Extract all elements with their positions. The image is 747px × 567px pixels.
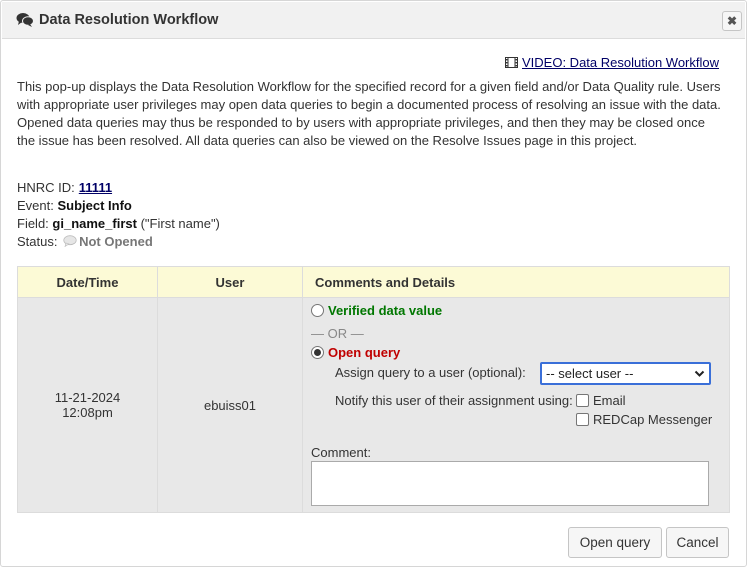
table-row: 11-21-2024 12:08pm ebuiss01 Verified dat…: [17, 297, 730, 513]
verified-label[interactable]: Verified data value: [328, 303, 442, 318]
open-query-label[interactable]: Open query: [328, 345, 400, 360]
video-link[interactable]: VIDEO: Data Resolution Workflow: [505, 55, 719, 70]
row-time: 12:08pm: [62, 405, 113, 420]
or-separator: — OR —: [311, 326, 364, 341]
field-name: gi_name_first: [52, 216, 137, 231]
verified-radio[interactable]: [311, 304, 324, 317]
event-value: Subject Info: [57, 198, 132, 213]
assign-select-value: -- select user --: [546, 366, 634, 381]
user-cell: ebuiss01: [157, 297, 303, 513]
record-id-link[interactable]: 11111: [79, 180, 112, 195]
dialog-titlebar[interactable]: Data Resolution Workflow ✖: [2, 2, 745, 39]
dialog-title: Data Resolution Workflow: [39, 12, 219, 28]
comments-icon: [16, 13, 34, 27]
details-cell: Verified data value — OR — Open query As…: [302, 297, 730, 513]
notify-label: Notify this user of their assignment usi…: [335, 393, 573, 408]
assign-label: Assign query to a user (optional):: [335, 365, 526, 380]
record-id-label: HNRC ID:: [17, 180, 75, 195]
notify-messenger-checkbox[interactable]: [576, 413, 589, 426]
intro-text: This pop-up displays the Data Resolution…: [17, 79, 721, 148]
notify-messenger-label[interactable]: REDCap Messenger: [593, 412, 712, 427]
field-description: ("First name"): [140, 216, 220, 231]
open-query-button[interactable]: Open query: [568, 527, 662, 558]
data-resolution-dialog: Data Resolution Workflow ✖ VIDEO: Data R…: [0, 0, 747, 567]
cancel-button[interactable]: Cancel: [666, 527, 729, 558]
workflow-table: Date/Time User Comments and Details 11-2…: [17, 266, 730, 513]
notify-email-label[interactable]: Email: [593, 393, 626, 408]
row-date: 11-21-2024: [54, 390, 121, 405]
film-icon: [505, 57, 518, 68]
comment-bubble-icon: [63, 235, 77, 247]
video-link-label[interactable]: VIDEO: Data Resolution Workflow: [522, 55, 719, 70]
datetime-cell: 11-21-2024 12:08pm: [17, 297, 158, 513]
comment-textarea[interactable]: [311, 461, 709, 506]
close-button[interactable]: ✖: [722, 11, 742, 31]
comment-label: Comment:: [311, 445, 371, 460]
field-label: Field:: [17, 216, 49, 231]
status-value: Not Opened: [79, 234, 153, 249]
open-query-radio[interactable]: [311, 346, 324, 359]
header-datetime: Date/Time: [17, 266, 158, 298]
status-label: Status:: [17, 234, 58, 249]
header-user: User: [157, 266, 303, 298]
event-label: Event:: [17, 198, 54, 213]
assign-user-select[interactable]: -- select user --: [540, 362, 711, 385]
notify-email-checkbox[interactable]: [576, 394, 589, 407]
chevron-down-icon: [694, 370, 705, 377]
header-comments: Comments and Details: [302, 266, 730, 298]
record-meta: HNRC ID: 11111 Event: Subject Info Field:…: [17, 179, 220, 251]
